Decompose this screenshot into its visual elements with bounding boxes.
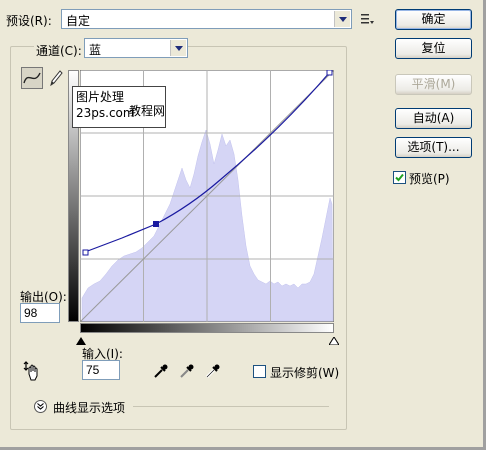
- reset-button[interactable]: 复位: [395, 38, 472, 59]
- curve-control-point-selected: [153, 221, 159, 227]
- preset-label: 预设(R):: [6, 14, 52, 28]
- chevron-down-icon[interactable]: [170, 40, 186, 56]
- curve-point-tool-button[interactable]: [21, 67, 43, 89]
- black-eyedropper-icon[interactable]: [152, 362, 170, 380]
- white-eyedropper-icon[interactable]: [204, 362, 222, 380]
- smooth-button[interactable]: 平滑(M): [395, 74, 472, 95]
- ok-button[interactable]: 确定: [395, 9, 472, 30]
- input-gradient-bar: [80, 323, 334, 333]
- watermark-line2: 23ps.com: [76, 106, 135, 120]
- hand-adjust-icon[interactable]: [22, 360, 42, 382]
- input-field[interactable]: [82, 360, 120, 380]
- pencil-icon[interactable]: [47, 68, 65, 88]
- channel-label: 通道(C):: [34, 42, 84, 59]
- preset-select[interactable]: 自定: [61, 9, 352, 29]
- check-icon: [395, 173, 404, 182]
- channel-select[interactable]: 蓝: [84, 38, 188, 58]
- show-clipping-checkbox[interactable]: [253, 365, 266, 378]
- preset-menu-icon[interactable]: [360, 12, 374, 26]
- white-point-slider[interactable]: [328, 334, 340, 346]
- show-clipping-label: 显示修剪(W): [270, 366, 340, 380]
- chevron-down-icon[interactable]: [334, 11, 350, 27]
- options-button[interactable]: 选项(T)...: [395, 137, 472, 158]
- auto-button[interactable]: 自动(A): [395, 108, 472, 129]
- output-field[interactable]: [20, 303, 60, 323]
- curve-display-options-label[interactable]: 曲线显示选项: [53, 399, 125, 416]
- channel-value: 蓝: [89, 43, 102, 57]
- black-point-slider[interactable]: [76, 334, 86, 345]
- preview-label: 预览(P): [409, 172, 450, 186]
- preset-value: 自定: [66, 14, 91, 28]
- expand-options-icon[interactable]: [34, 400, 47, 413]
- curve-control-point: [326, 69, 333, 76]
- gray-eyedropper-icon[interactable]: [178, 362, 196, 380]
- preview-checkbox[interactable]: [393, 171, 406, 184]
- separator: [133, 406, 329, 407]
- curve-control-point: [82, 249, 89, 256]
- watermark: 图片处理 23ps.com 教程网: [72, 86, 166, 128]
- watermark-line3: 教程网: [129, 104, 166, 118]
